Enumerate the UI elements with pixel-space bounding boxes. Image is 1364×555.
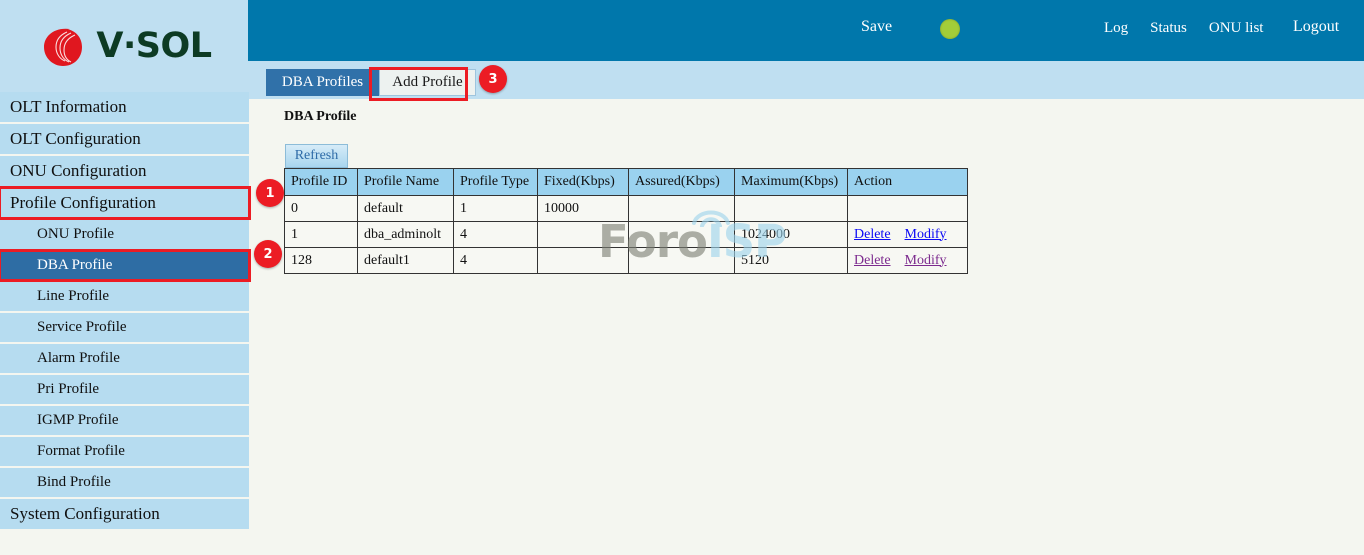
- sidebar-item-igmp-profile[interactable]: IGMP Profile: [0, 406, 249, 435]
- table-row: 0 default 1 10000: [285, 196, 968, 222]
- vsol-logo-icon: [40, 23, 86, 69]
- cell-profile-type: 1: [454, 196, 538, 222]
- cell-maximum: 1024000: [735, 222, 848, 248]
- column-header-profile-type: Profile Type: [454, 169, 538, 196]
- sidebar-item-olt-information[interactable]: OLT Information: [0, 92, 249, 122]
- cell-fixed: [538, 222, 629, 248]
- sidebar-item-service-profile[interactable]: Service Profile: [0, 313, 249, 342]
- sidebar-item-olt-configuration[interactable]: OLT Configuration: [0, 124, 249, 154]
- cell-action: Delete Modify: [848, 222, 968, 248]
- cell-profile-type: 4: [454, 248, 538, 274]
- sidebar-item-format-profile[interactable]: Format Profile: [0, 437, 249, 466]
- cell-profile-name: default1: [358, 248, 454, 274]
- main-content: DBA Profile Refresh ForoISP Profile ID P…: [249, 99, 1364, 555]
- callout-badge-2: 2: [254, 240, 282, 268]
- sidebar-item-profile-configuration[interactable]: Profile Configuration: [0, 188, 249, 218]
- sidebar-item-alarm-profile[interactable]: Alarm Profile: [0, 344, 249, 373]
- modify-link[interactable]: Modify: [905, 227, 947, 242]
- header-link-status[interactable]: Status: [1150, 20, 1187, 37]
- dba-profile-table: Profile ID Profile Name Profile Type Fix…: [284, 168, 968, 274]
- table-body: 0 default 1 10000 1 dba_adminolt 4 10240…: [285, 196, 968, 274]
- table-header: Profile ID Profile Name Profile Type Fix…: [285, 169, 968, 196]
- cell-profile-name: default: [358, 196, 454, 222]
- sidebar-item-dba-profile[interactable]: DBA Profile: [0, 251, 249, 280]
- sidebar-item-line-profile[interactable]: Line Profile: [0, 282, 249, 311]
- cell-profile-id: 1: [285, 222, 358, 248]
- refresh-button[interactable]: Refresh: [285, 144, 348, 168]
- cell-profile-name: dba_adminolt: [358, 222, 454, 248]
- olt-web-ui: V·SOL Save Log Status ONU list Logout DB…: [0, 0, 1364, 555]
- column-header-fixed-kbps: Fixed(Kbps): [538, 169, 629, 196]
- cell-profile-id: 0: [285, 196, 358, 222]
- header-link-log[interactable]: Log: [1104, 20, 1128, 37]
- sidebar-nav: OLT Information OLT Configuration ONU Co…: [0, 92, 249, 531]
- column-header-profile-name: Profile Name: [358, 169, 454, 196]
- column-header-action: Action: [848, 169, 968, 196]
- status-indicator-green-icon: [940, 19, 960, 39]
- delete-link[interactable]: Delete: [854, 227, 891, 242]
- sidebar-item-pri-profile[interactable]: Pri Profile: [0, 375, 249, 404]
- table-row: 1 dba_adminolt 4 1024000 Delete Modify: [285, 222, 968, 248]
- modify-link[interactable]: Modify: [905, 253, 947, 268]
- header-link-onu-list[interactable]: ONU list: [1209, 20, 1264, 37]
- sidebar-item-onu-profile[interactable]: ONU Profile: [0, 220, 249, 249]
- sidebar-item-onu-configuration[interactable]: ONU Configuration: [0, 156, 249, 186]
- cell-maximum: [735, 196, 848, 222]
- cell-fixed: 10000: [538, 196, 629, 222]
- column-header-assured-kbps: Assured(Kbps): [629, 169, 735, 196]
- sidebar-item-system-configuration[interactable]: System Configuration: [0, 499, 249, 529]
- logo-panel: V·SOL: [0, 0, 248, 92]
- column-header-maximum-kbps: Maximum(Kbps): [735, 169, 848, 196]
- cell-action: Delete Modify: [848, 248, 968, 274]
- delete-link[interactable]: Delete: [854, 253, 891, 268]
- cell-fixed: [538, 248, 629, 274]
- logout-button[interactable]: Logout: [1293, 18, 1339, 36]
- callout-badge-3: 3: [479, 65, 507, 93]
- brand-logo: V·SOL: [40, 23, 211, 69]
- callout-badge-1: 1: [256, 179, 284, 207]
- brand-name: V·SOL: [96, 29, 211, 64]
- page-title: DBA Profile: [284, 109, 356, 125]
- cell-assured: [629, 248, 735, 274]
- table-header-row: Profile ID Profile Name Profile Type Fix…: [285, 169, 968, 196]
- cell-profile-id: 128: [285, 248, 358, 274]
- sidebar-item-bind-profile[interactable]: Bind Profile: [0, 468, 249, 497]
- top-header-bar: Save Log Status ONU list Logout: [248, 0, 1364, 61]
- tab-add-profile[interactable]: Add Profile: [379, 69, 476, 96]
- cell-assured: [629, 222, 735, 248]
- save-button[interactable]: Save: [861, 18, 892, 36]
- header-nav-links: Log Status ONU list: [1104, 20, 1263, 37]
- column-header-profile-id: Profile ID: [285, 169, 358, 196]
- cell-action: [848, 196, 968, 222]
- cell-maximum: 5120: [735, 248, 848, 274]
- cell-profile-type: 4: [454, 222, 538, 248]
- cell-assured: [629, 196, 735, 222]
- table-row: 128 default1 4 5120 Delete Modify: [285, 248, 968, 274]
- tab-dba-profiles[interactable]: DBA Profiles: [266, 69, 379, 96]
- tab-strip: DBA Profiles Add Profile: [248, 61, 1364, 99]
